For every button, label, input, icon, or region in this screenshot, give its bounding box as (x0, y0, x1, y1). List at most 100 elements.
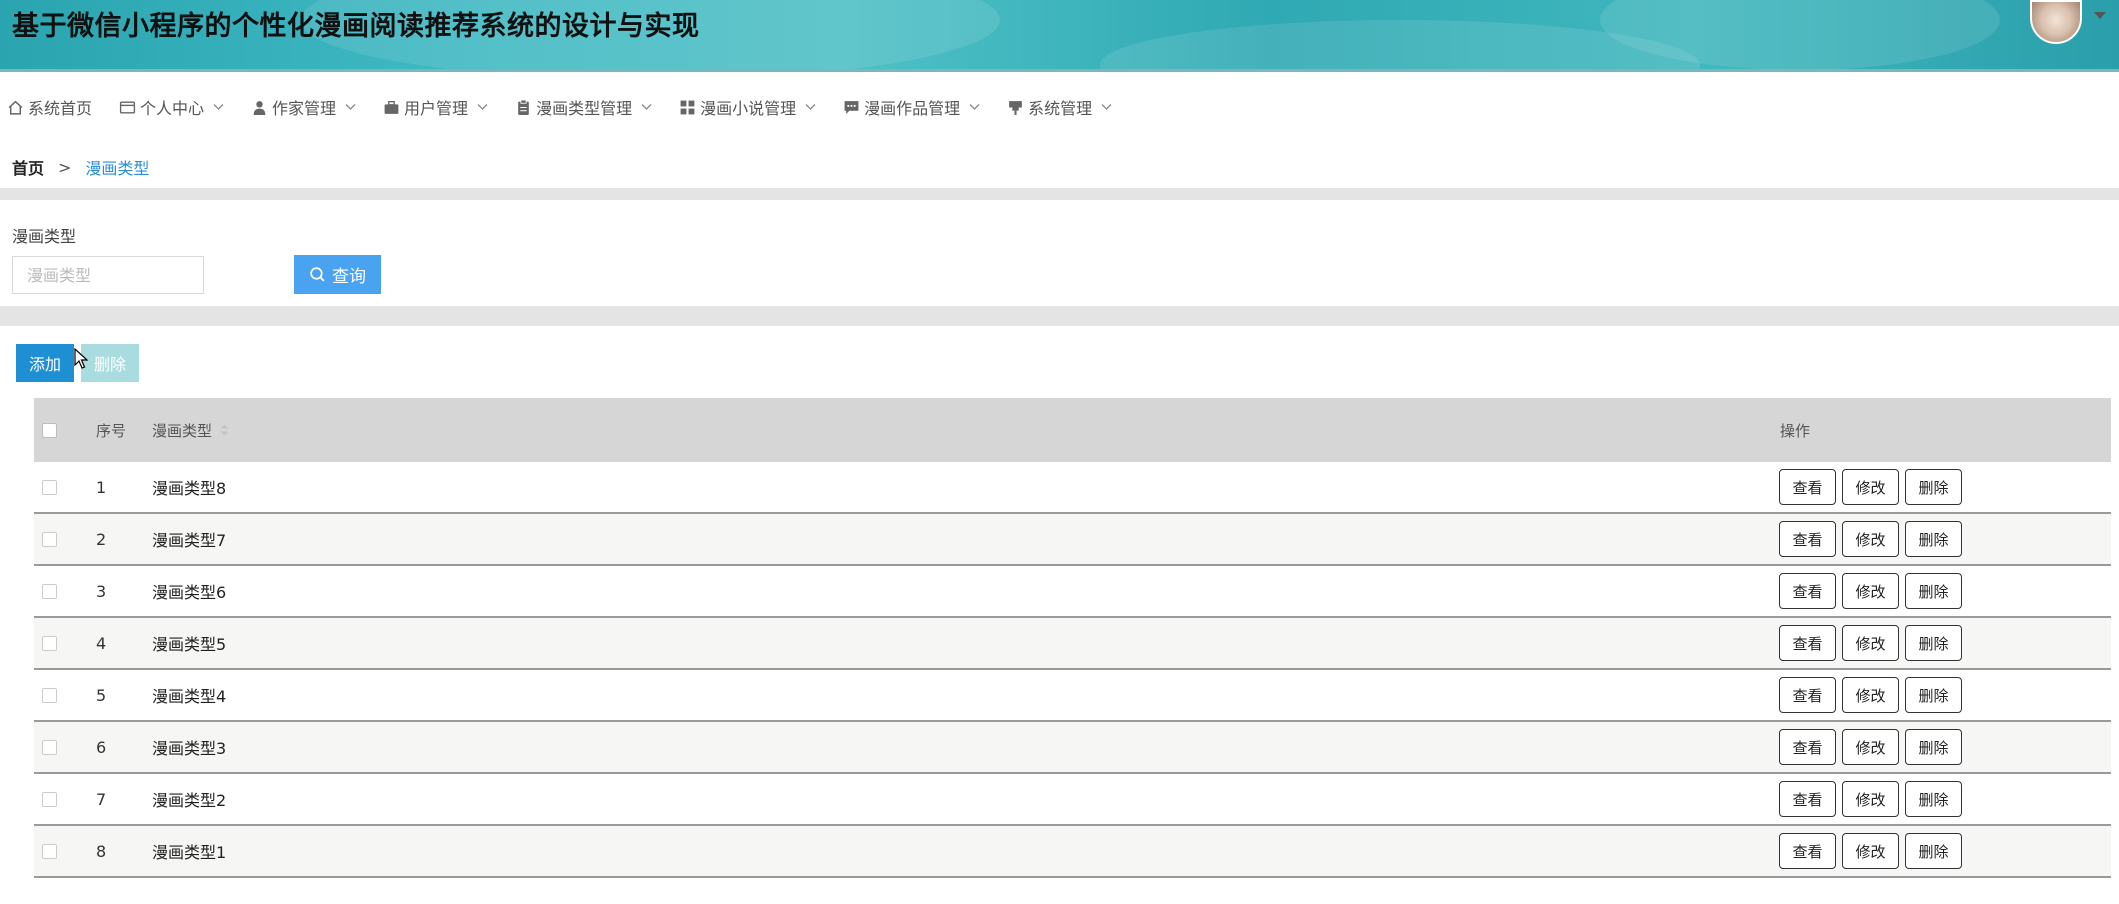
nav-item-profile[interactable]: 个人中心 (118, 95, 224, 119)
row-index: 8 (96, 841, 107, 861)
table-row: 5 漫画类型4 查看 修改 删除 (34, 670, 2111, 722)
table-row: 1 漫画类型8 查看 修改 删除 (34, 462, 2111, 514)
row-actions: 查看 修改 删除 (1779, 625, 1962, 661)
breadcrumb-home[interactable]: 首页 (12, 155, 44, 179)
row-checkbox[interactable] (42, 687, 57, 703)
clipboard-icon (514, 98, 532, 116)
delete-button[interactable]: 删除 (1905, 729, 1962, 765)
nav-item-comic-works[interactable]: 漫画作品管理 (842, 95, 980, 119)
row-actions: 查看 修改 删除 (1779, 469, 1962, 505)
row-index: 5 (96, 685, 107, 705)
view-button[interactable]: 查看 (1779, 677, 1836, 713)
row-type: 漫画类型5 (152, 635, 227, 654)
table-row: 7 漫画类型2 查看 修改 删除 (34, 774, 2111, 826)
mouse-cursor-icon (74, 348, 88, 369)
nav-item-label: 系统管理 (1028, 99, 1093, 118)
view-button[interactable]: 查看 (1779, 469, 1836, 505)
column-header-type[interactable]: 漫画类型 (152, 420, 229, 441)
chevron-down-icon (968, 101, 980, 113)
row-type: 漫画类型8 (152, 479, 227, 498)
row-actions: 查看 修改 删除 (1779, 573, 1962, 609)
delete-button[interactable]: 删除 (1905, 833, 1962, 869)
row-type: 漫画类型6 (152, 583, 227, 602)
section-divider (0, 188, 2119, 200)
select-all-checkbox[interactable] (42, 422, 57, 438)
delete-button[interactable]: 删除 (1905, 573, 1962, 609)
table-row: 6 漫画类型3 查看 修改 删除 (34, 722, 2111, 774)
nav-item-system[interactable]: 系统管理 (1006, 95, 1112, 119)
row-actions: 查看 修改 删除 (1779, 833, 1962, 869)
query-button[interactable]: 查询 (294, 255, 381, 294)
row-index: 2 (96, 529, 107, 549)
nav-item-home[interactable]: 系统首页 (6, 95, 92, 119)
row-actions: 查看 修改 删除 (1779, 729, 1962, 765)
table-row: 3 漫画类型6 查看 修改 删除 (34, 566, 2111, 618)
delete-button[interactable]: 删除 (1905, 625, 1962, 661)
chevron-down-icon (212, 101, 224, 113)
row-actions: 查看 修改 删除 (1779, 521, 1962, 557)
view-button[interactable]: 查看 (1779, 625, 1836, 661)
chat-icon (842, 98, 860, 116)
edit-button[interactable]: 修改 (1842, 833, 1899, 869)
nav-item-label: 个人中心 (140, 99, 205, 118)
row-checkbox[interactable] (42, 531, 57, 547)
row-checkbox[interactable] (42, 583, 57, 599)
chevron-down-icon (476, 101, 488, 113)
view-button[interactable]: 查看 (1779, 833, 1836, 869)
column-header-index: 序号 (96, 421, 127, 440)
row-checkbox[interactable] (42, 479, 57, 495)
breadcrumb-separator: > (58, 157, 72, 177)
row-checkbox[interactable] (42, 635, 57, 651)
chevron-down-icon (804, 101, 816, 113)
home-icon (6, 98, 24, 116)
edit-button[interactable]: 修改 (1842, 625, 1899, 661)
nav-item-users[interactable]: 用户管理 (382, 95, 488, 119)
pin-icon (1006, 98, 1024, 116)
row-index: 1 (96, 477, 107, 497)
delete-button[interactable]: 删除 (1905, 781, 1962, 817)
edit-button[interactable]: 修改 (1842, 677, 1899, 713)
query-button-label: 查询 (332, 267, 366, 286)
delete-button[interactable]: 删除 (1905, 469, 1962, 505)
comic-type-table: 序号 漫画类型 操作 1 漫画类型8 查看 修改 删除 2 漫画类型7 查看 修改 删除 3 漫画类型… (34, 398, 2111, 878)
nav-item-label: 用户管理 (404, 99, 469, 118)
view-button[interactable]: 查看 (1779, 573, 1836, 609)
avatar[interactable] (2030, 0, 2082, 44)
delete-button[interactable]: 删除 (1905, 677, 1962, 713)
row-index: 3 (96, 581, 107, 601)
view-button[interactable]: 查看 (1779, 521, 1836, 557)
row-actions: 查看 修改 删除 (1779, 677, 1962, 713)
nav-item-authors[interactable]: 作家管理 (250, 95, 356, 119)
chevron-down-icon (344, 101, 356, 113)
delete-button[interactable]: 删除 (1905, 521, 1962, 557)
edit-button[interactable]: 修改 (1842, 573, 1899, 609)
view-button[interactable]: 查看 (1779, 729, 1836, 765)
search-input[interactable] (12, 256, 204, 294)
nav-item-label: 漫画小说管理 (700, 99, 797, 118)
nav-item-comic-novels[interactable]: 漫画小说管理 (678, 95, 816, 119)
breadcrumb-current: 漫画类型 (85, 159, 150, 178)
nav-item-label: 系统首页 (28, 99, 93, 118)
avatar-dropdown-caret-icon[interactable] (2094, 12, 2106, 19)
batch-delete-button[interactable]: 删除 (81, 344, 139, 382)
row-type: 漫画类型2 (152, 791, 227, 810)
view-button[interactable]: 查看 (1779, 781, 1836, 817)
row-checkbox[interactable] (42, 791, 57, 807)
table-row: 8 漫画类型1 查看 修改 删除 (34, 826, 2111, 878)
card-icon (118, 98, 136, 116)
search-label: 漫画类型 (12, 227, 77, 246)
edit-button[interactable]: 修改 (1842, 469, 1899, 505)
row-checkbox[interactable] (42, 739, 57, 755)
row-index: 7 (96, 789, 107, 809)
add-button[interactable]: 添加 (16, 344, 74, 382)
row-type: 漫画类型7 (152, 531, 227, 550)
edit-button[interactable]: 修改 (1842, 781, 1899, 817)
edit-button[interactable]: 修改 (1842, 729, 1899, 765)
edit-button[interactable]: 修改 (1842, 521, 1899, 557)
row-checkbox[interactable] (42, 843, 57, 859)
column-header-type-label: 漫画类型 (152, 421, 213, 440)
top-header: 基于微信小程序的个性化漫画阅读推荐系统的设计与实现 (0, 0, 2119, 72)
sort-icon[interactable] (220, 424, 229, 436)
nav-item-comic-types[interactable]: 漫画类型管理 (514, 95, 652, 119)
table-header: 序号 漫画类型 操作 (34, 398, 2111, 462)
